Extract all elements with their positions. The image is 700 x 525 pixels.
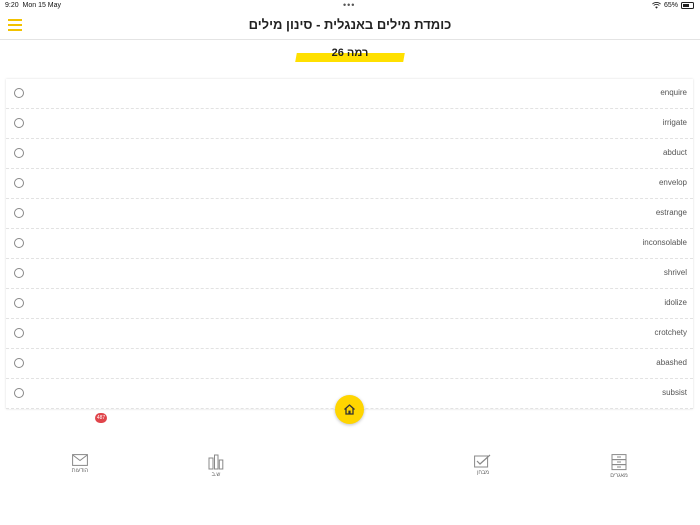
- word-row[interactable]: shrivel: [6, 259, 693, 289]
- select-radio[interactable]: [14, 88, 24, 98]
- word-text: irrigate: [662, 118, 687, 127]
- envelope-icon: [72, 454, 88, 466]
- tab-test[interactable]: מבחן: [463, 454, 503, 476]
- word-row[interactable]: abduct: [6, 139, 693, 169]
- tab-tools[interactable]: ש.ב: [196, 454, 236, 478]
- checklist-icon: [474, 454, 491, 468]
- home-icon: [344, 404, 355, 415]
- word-text: inconsolable: [642, 238, 687, 247]
- select-radio[interactable]: [14, 238, 24, 248]
- select-radio[interactable]: [14, 328, 24, 338]
- word-text: estrange: [655, 208, 687, 217]
- word-text: envelop: [658, 178, 687, 187]
- word-row[interactable]: inconsolable: [6, 229, 693, 259]
- word-row[interactable]: crotchety: [6, 319, 693, 349]
- word-list: enquire irrigate abduct envelop estrange…: [6, 79, 693, 409]
- archive-icon: [611, 454, 627, 471]
- date-text: Mon 15 May: [22, 2, 62, 9]
- tab-archive[interactable]: מאגרים: [599, 454, 639, 479]
- select-radio[interactable]: [14, 358, 24, 368]
- select-radio[interactable]: [14, 268, 24, 278]
- battery-icon: [681, 2, 694, 9]
- word-row[interactable]: idolize: [6, 289, 693, 319]
- word-row[interactable]: estrange: [6, 199, 693, 229]
- word-text: shrivel: [663, 268, 687, 277]
- word-row[interactable]: abashed: [6, 349, 693, 379]
- level-banner: רמה 26: [295, 47, 405, 64]
- status-right: 65%: [652, 2, 694, 9]
- status-time: 9:20 Mon 15 May: [5, 2, 61, 9]
- multitasking-dots-icon[interactable]: •••: [343, 0, 355, 10]
- word-text: idolize: [664, 298, 687, 307]
- battery-percent: 65%: [663, 2, 678, 9]
- notification-badge: 487: [95, 413, 107, 423]
- tab-test-label: מבחן: [476, 470, 490, 476]
- tab-messages[interactable]: הודעות: [60, 454, 100, 474]
- time-text: 9:20: [5, 2, 19, 9]
- wifi-icon: [652, 2, 661, 9]
- tab-messages-label: הודעות: [71, 468, 89, 474]
- page-title: כומדת מילים באנגלית - סינון מילים: [248, 17, 452, 32]
- word-row[interactable]: envelop: [6, 169, 693, 199]
- select-radio[interactable]: [14, 178, 24, 188]
- app-header: כומדת מילים באנגלית - סינון מילים: [0, 12, 700, 40]
- select-radio[interactable]: [14, 118, 24, 128]
- word-text: crotchety: [654, 328, 687, 337]
- tab-archive-label: מאגרים: [610, 473, 628, 479]
- home-button[interactable]: [335, 395, 364, 424]
- status-bar: 9:20 Mon 15 May ••• 65%: [0, 0, 700, 12]
- tab-tools-label: ש.ב: [211, 472, 221, 478]
- word-text: subsist: [662, 388, 687, 397]
- word-text: abduct: [662, 148, 687, 157]
- level-label: רמה 26: [331, 47, 369, 59]
- word-row[interactable]: irrigate: [6, 109, 693, 139]
- select-radio[interactable]: [14, 148, 24, 158]
- word-text: abashed: [656, 358, 687, 367]
- select-radio[interactable]: [14, 388, 24, 398]
- select-radio[interactable]: [14, 298, 24, 308]
- select-radio[interactable]: [14, 208, 24, 218]
- word-text: enquire: [660, 88, 687, 97]
- word-row[interactable]: enquire: [6, 79, 693, 109]
- tools-icon: [208, 454, 224, 470]
